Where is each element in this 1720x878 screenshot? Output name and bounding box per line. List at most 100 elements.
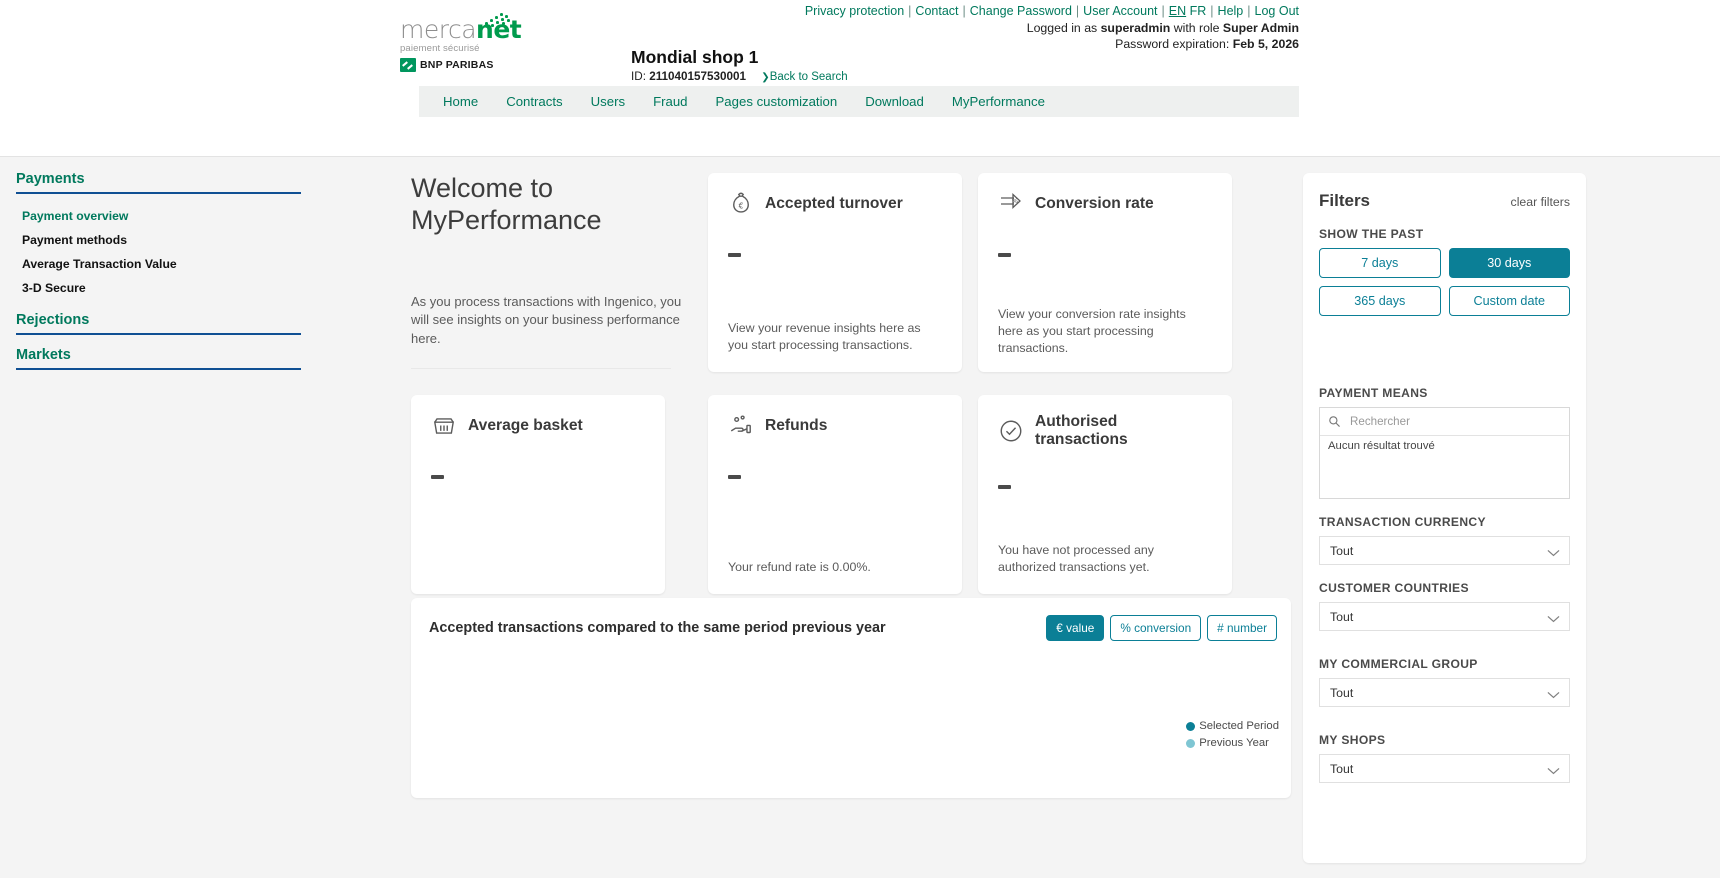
- shop-id-value: 211040157530001: [649, 70, 747, 83]
- kpi-title: Conversion rate: [1035, 195, 1154, 212]
- range-button-custom-date[interactable]: Custom date: [1448, 286, 1570, 316]
- back-to-search-link[interactable]: ❯Back to Search: [761, 71, 847, 83]
- toggle-number[interactable]: # number: [1207, 615, 1277, 641]
- nav-item-fraud[interactable]: Fraud: [639, 86, 701, 117]
- welcome-title-line2: MyPerformance: [411, 204, 602, 235]
- sidebar-group-rejections[interactable]: Rejections: [16, 312, 301, 335]
- sidebar-item-average-transaction-value[interactable]: Average Transaction Value: [16, 252, 301, 276]
- page-header: Privacy protection | Contact | Change Passwo…: [0, 0, 1720, 145]
- kpi-card-average-basket: Average basket: [411, 395, 665, 594]
- kpi-header: % Conversion rate: [998, 191, 1212, 217]
- basket-icon: [431, 413, 457, 439]
- nav-item-contracts[interactable]: Contracts: [492, 86, 576, 117]
- nav-item-pages-customization[interactable]: Pages customization: [702, 86, 852, 117]
- payment-means-no-result: Aucun résultat trouvé: [1328, 440, 1435, 452]
- legend-swatch-previous-year: [1186, 738, 1196, 748]
- transaction-currency-label: TRANSACTION CURRENCY: [1319, 515, 1486, 529]
- kpi-value: [431, 475, 444, 479]
- sidebar-group-markets[interactable]: Markets: [16, 347, 301, 370]
- my-commercial-group-label: MY COMMERCIAL GROUP: [1319, 657, 1478, 671]
- toggle-conversion[interactable]: % conversion: [1110, 615, 1202, 641]
- svg-text:€: €: [739, 201, 744, 210]
- mercanet-logo[interactable]: mercanet paiement sécurisé BNP PARIBAS: [400, 13, 530, 75]
- nav-item-users[interactable]: Users: [577, 86, 639, 117]
- welcome-title-line1: Welcome to: [411, 173, 554, 203]
- legend-label-selected-period: Selected Period: [1199, 720, 1279, 732]
- filters-header: Filters clear filters: [1319, 191, 1570, 211]
- range-button-7-days[interactable]: 7 days: [1319, 248, 1441, 278]
- logo-wordmark: mercanet: [400, 17, 530, 42]
- link-change-password[interactable]: Change Password: [970, 4, 1072, 18]
- link-lang-fr[interactable]: FR: [1190, 4, 1207, 18]
- kpi-note: You have not processed any authorized tr…: [998, 542, 1154, 574]
- chart-legend: Selected Period Previous Year: [1186, 720, 1279, 754]
- show-the-past-label: SHOW THE PAST: [1319, 227, 1424, 241]
- svg-text:%: %: [1012, 197, 1018, 205]
- bnp-label: BNP PARIBAS: [420, 59, 494, 71]
- chevron-down-icon: [1547, 612, 1560, 622]
- search-icon: [1328, 415, 1341, 428]
- kpi-title: Authorised transactions: [1035, 413, 1128, 448]
- link-lang-en[interactable]: EN: [1169, 4, 1186, 18]
- kpi-value: [728, 253, 741, 257]
- main-navigation: Home Contracts Users Fraud Pages customi…: [419, 86, 1299, 117]
- clear-filters-button[interactable]: clear filters: [1511, 195, 1570, 209]
- password-expiration: Password expiration: Feb 5, 2026: [1115, 37, 1299, 51]
- my-shops-select[interactable]: Tout: [1319, 754, 1570, 783]
- welcome-panel: Welcome to MyPerformance As you process …: [411, 173, 701, 378]
- password-expiration-label: Password expiration:: [1115, 37, 1233, 51]
- link-help[interactable]: Help: [1218, 4, 1244, 18]
- divider: [16, 192, 301, 194]
- separator: |: [1161, 4, 1165, 18]
- page-scrollbar[interactable]: [1714, 0, 1720, 878]
- date-range-button-group: 7 days 30 days 365 days Custom date: [1319, 248, 1570, 316]
- link-privacy-protection[interactable]: Privacy protection: [805, 4, 904, 18]
- chevron-down-icon: [1547, 688, 1560, 698]
- page-body: Payments Payment overview Payment method…: [0, 156, 1720, 878]
- range-button-30-days[interactable]: 30 days: [1448, 248, 1570, 278]
- conversion-arrow-icon: %: [998, 191, 1024, 217]
- kpi-header: Refunds: [728, 413, 942, 439]
- separator: |: [908, 4, 912, 18]
- legend-item-selected-period[interactable]: Selected Period: [1186, 720, 1279, 732]
- separator: |: [962, 4, 966, 18]
- chevron-right-icon: ❯: [761, 72, 770, 83]
- logged-in-prefix: Logged in as: [1026, 21, 1101, 35]
- password-expiration-value: Feb 5, 2026: [1232, 37, 1299, 51]
- separator: |: [1210, 4, 1214, 18]
- role-prefix: with role: [1170, 21, 1223, 35]
- range-button-365-days[interactable]: 365 days: [1319, 286, 1441, 316]
- my-commercial-group-select[interactable]: Tout: [1319, 678, 1570, 707]
- legend-item-previous-year[interactable]: Previous Year: [1186, 737, 1279, 749]
- kpi-note: Your refund rate is 0.00%.: [728, 559, 871, 574]
- sidebar-item-3d-secure[interactable]: 3-D Secure: [16, 276, 301, 300]
- customer-countries-value: Tout: [1330, 609, 1354, 624]
- nav-item-home[interactable]: Home: [419, 86, 492, 117]
- utility-links: Privacy protection | Contact | Change Passwo…: [805, 4, 1299, 18]
- sidebar-item-payment-methods[interactable]: Payment methods: [16, 228, 301, 252]
- my-shops-label: MY SHOPS: [1319, 733, 1386, 747]
- logged-in-status: Logged in as superadmin with role Super …: [1027, 21, 1299, 35]
- separator: |: [1075, 4, 1080, 18]
- nav-item-myperformance[interactable]: MyPerformance: [938, 86, 1059, 117]
- toggle-value[interactable]: € value: [1046, 615, 1105, 641]
- chevron-down-icon: [1547, 546, 1560, 556]
- sidebar-item-payment-overview[interactable]: Payment overview: [16, 204, 301, 228]
- check-circle-icon: [998, 418, 1024, 444]
- filters-panel: Filters clear filters SHOW THE PAST 7 da…: [1303, 173, 1586, 863]
- header-inner: Privacy protection | Contact | Change Passwo…: [400, 0, 1299, 145]
- nav-item-download[interactable]: Download: [851, 86, 938, 117]
- welcome-title: Welcome to MyPerformance: [411, 173, 701, 237]
- payment-means-search-input[interactable]: [1348, 414, 1561, 429]
- customer-countries-select[interactable]: Tout: [1319, 602, 1570, 631]
- kpi-card-conversion-rate: % Conversion rate View your conversion r…: [978, 173, 1232, 372]
- link-contact[interactable]: Contact: [915, 4, 958, 18]
- legend-swatch-selected-period: [1186, 721, 1196, 731]
- chevron-down-icon: [1547, 764, 1560, 774]
- link-log-out[interactable]: Log Out: [1255, 4, 1299, 18]
- link-user-account[interactable]: User Account: [1083, 4, 1157, 18]
- my-commercial-group-value: Tout: [1330, 685, 1354, 700]
- chart-metric-toggle-group: € value % conversion # number: [1046, 615, 1277, 641]
- kpi-value: [998, 253, 1011, 257]
- transaction-currency-select[interactable]: Tout: [1319, 536, 1570, 565]
